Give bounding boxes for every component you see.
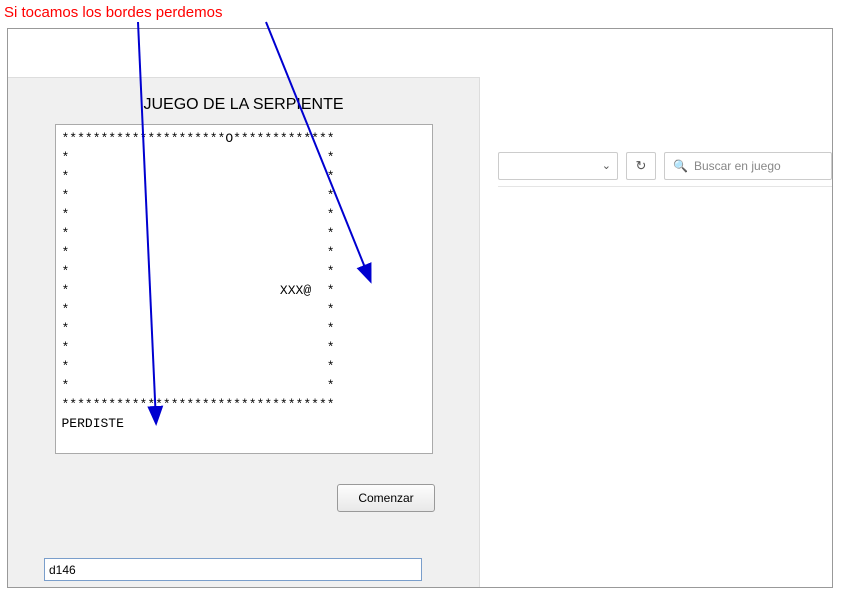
dropdown[interactable]: ⌄ [498,152,618,180]
game-panel: JUEGO DE LA SERPIENTE ******************… [8,77,480,587]
refresh-button[interactable]: ↻ [626,152,656,180]
search-box[interactable]: 🔍 Buscar en juego [664,152,832,180]
annotation-text: Si tocamos los bordes perdemos [4,4,222,21]
game-board: *********************O************* * * … [55,124,433,454]
toolbar: ⌄ ↻ 🔍 Buscar en juego [498,151,832,187]
title-bar-area [8,29,832,77]
refresh-icon: ↻ [636,158,647,174]
command-input[interactable] [44,558,422,581]
search-icon: 🔍 [673,159,688,173]
game-title: JUEGO DE LA SERPIENTE [8,78,479,124]
search-placeholder: Buscar en juego [694,159,781,173]
chevron-down-icon: ⌄ [602,159,611,172]
window-frame: JUEGO DE LA SERPIENTE ******************… [7,28,833,588]
right-panel: ⌄ ↻ 🔍 Buscar en juego [480,77,832,587]
start-button[interactable]: Comenzar [337,484,435,512]
